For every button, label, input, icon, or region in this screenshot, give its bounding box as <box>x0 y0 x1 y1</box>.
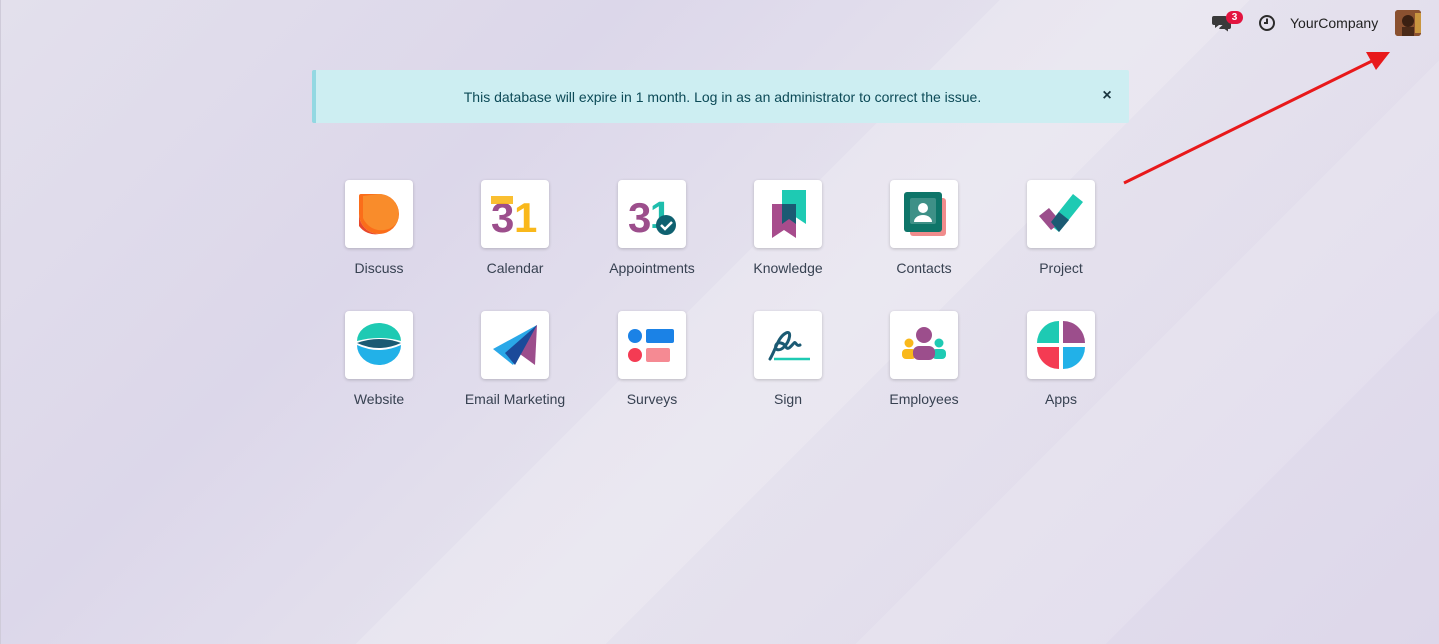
app-project[interactable]: Project <box>993 180 1129 290</box>
apps-icon <box>1027 311 1095 379</box>
expiration-alert: This database will expire in 1 month. Lo… <box>312 70 1129 123</box>
app-contacts[interactable]: Contacts <box>856 180 992 290</box>
app-sign[interactable]: Sign <box>720 311 856 421</box>
app-apps[interactable]: Apps <box>993 311 1129 421</box>
svg-text:1: 1 <box>514 194 537 240</box>
app-employees[interactable]: Employees <box>856 311 992 421</box>
app-label: Calendar <box>486 260 544 276</box>
app-knowledge[interactable]: Knowledge <box>720 180 856 290</box>
discuss-icon <box>345 180 413 248</box>
app-appointments[interactable]: 3 1 Appointments <box>584 180 720 290</box>
app-label: Discuss <box>354 260 404 276</box>
app-label: Appointments <box>609 260 695 276</box>
clock-icon[interactable] <box>1258 14 1276 32</box>
email-marketing-icon <box>481 311 549 379</box>
app-label: Employees <box>889 391 959 407</box>
app-label: Apps <box>1045 391 1077 407</box>
app-label: Contacts <box>896 260 952 276</box>
app-label: Surveys <box>626 391 678 407</box>
app-label: Project <box>1039 260 1083 276</box>
app-discuss[interactable]: Discuss <box>311 180 447 290</box>
appointments-icon: 3 1 <box>618 180 686 248</box>
app-label: Email Marketing <box>464 391 566 407</box>
user-avatar[interactable] <box>1395 10 1421 36</box>
company-switcher[interactable]: YourCompany <box>1290 15 1378 31</box>
sign-icon <box>754 311 822 379</box>
app-calendar[interactable]: 3 1 Calendar <box>447 180 583 290</box>
employees-icon <box>890 311 958 379</box>
app-label: Website <box>353 391 405 407</box>
surveys-icon <box>618 311 686 379</box>
app-email-marketing[interactable]: Email Marketing <box>447 311 583 421</box>
chat-badge: 3 <box>1226 11 1243 24</box>
knowledge-icon <box>754 180 822 248</box>
close-icon[interactable]: × <box>1099 87 1115 105</box>
project-icon <box>1027 180 1095 248</box>
calendar-icon: 3 1 <box>481 180 549 248</box>
app-label: Knowledge <box>753 260 823 276</box>
contacts-icon <box>890 180 958 248</box>
app-label: Sign <box>773 391 803 407</box>
svg-text:3: 3 <box>628 194 651 240</box>
website-icon <box>345 311 413 379</box>
window-edge <box>0 0 1 644</box>
alert-message: This database will expire in 1 month. Lo… <box>463 89 982 105</box>
app-website[interactable]: Website <box>311 311 447 421</box>
app-surveys[interactable]: Surveys <box>584 311 720 421</box>
